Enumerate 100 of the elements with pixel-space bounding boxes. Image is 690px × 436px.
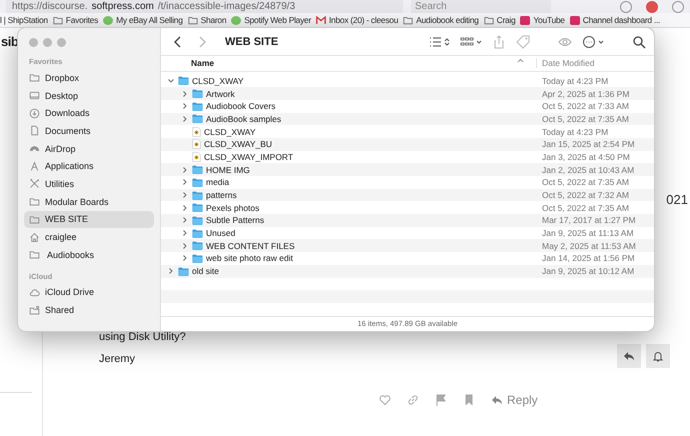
- bookmark-link[interactable]: My eBay All Selling: [116, 15, 183, 25]
- bookmark-link[interactable]: Craig: [496, 15, 516, 25]
- file-name[interactable]: HOME IMG: [206, 164, 250, 175]
- bookmark-link[interactable]: Inbox (20) - cleesou: [329, 15, 398, 25]
- sidebar-item[interactable]: AirDrop: [24, 140, 154, 158]
- shared-icon: [29, 304, 40, 316]
- downloads-icon: [29, 108, 40, 119]
- folder-icon: [192, 114, 203, 124]
- mail-icon: [316, 16, 326, 24]
- disclosure-icon[interactable]: [181, 102, 189, 110]
- file-name[interactable]: CLSD_XWAY_IMPORT: [204, 152, 294, 162]
- date-cell-text: Jan 15, 2025 at 2:54 PM: [541, 139, 636, 150]
- bookmark-link[interactable]: l | ShipStation: [0, 15, 48, 25]
- folder-icon: [29, 214, 40, 225]
- date-cell-text: Today at 4:23 PM: [541, 76, 610, 86]
- sidebar-item[interactable]: iCloud Drive: [24, 284, 154, 302]
- file-name[interactable]: Audiobook Covers: [206, 101, 276, 112]
- date-cell-text: Oct 5, 2022 at 7:35 AM: [541, 202, 630, 213]
- search-field[interactable]: Search: [411, 0, 551, 13]
- sidebar-item[interactable]: Documents: [24, 122, 154, 140]
- sidebar-item[interactable]: Desktop: [24, 86, 154, 104]
- file-name[interactable]: Subtle Patterns: [206, 215, 264, 226]
- utilities-icon: [29, 178, 40, 190]
- bookmark-link[interactable]: Spotify Web Player: [244, 15, 311, 25]
- bookmark-link[interactable]: Audiobook editing: [416, 15, 479, 25]
- bookmark-link[interactable]: Favorites: [66, 15, 98, 25]
- folder-icon: [192, 102, 203, 111]
- file-name[interactable]: AudioBook samples: [206, 114, 282, 124]
- file-name[interactable]: media: [206, 177, 230, 188]
- window-title: WEB SITE: [225, 36, 278, 48]
- disclosure-icon[interactable]: [181, 114, 189, 123]
- applications-icon: [29, 160, 40, 172]
- file-name[interactable]: WEB CONTENT FILES: [206, 240, 295, 251]
- bookmark-link[interactable]: Sharon: [200, 15, 226, 25]
- home-icon: [29, 232, 40, 243]
- sidebar-item[interactable]: Utilities: [24, 175, 154, 193]
- file-name[interactable]: web site photo raw edit: [206, 253, 293, 264]
- disclosure-icon[interactable]: [181, 242, 189, 250]
- sidebar-item[interactable]: Audiobooks: [24, 246, 154, 264]
- file-name[interactable]: Pexels photos: [206, 202, 260, 213]
- sidebar-item[interactable]: craiglee: [24, 228, 154, 246]
- disclosure-icon[interactable]: [181, 191, 189, 200]
- folder-icon: [178, 76, 189, 86]
- date-cell-text: Oct 5, 2022 at 7:32 AM: [541, 190, 630, 200]
- folder-icon: [188, 16, 198, 24]
- disclosure-icon[interactable]: [181, 90, 189, 98]
- desktop-icon: [29, 90, 40, 102]
- file-name[interactable]: CLSD_XWAY: [204, 126, 256, 137]
- date-cell-text: Today at 4:23 PM: [541, 126, 610, 137]
- date-cell-text: Oct 5, 2022 at 7:35 AM: [541, 177, 630, 188]
- list-view-button[interactable]: [428, 34, 450, 49]
- folder-icon: [403, 16, 414, 24]
- list-icon: [428, 34, 442, 49]
- reply-button[interactable]: Reply: [491, 393, 538, 407]
- file-name[interactable]: Artwork: [206, 88, 235, 99]
- sidebar-item[interactable]: WEB SITE: [24, 210, 154, 228]
- document-icon: [29, 125, 40, 136]
- date-cell-text: May 2, 2025 at 11:53 AM: [541, 240, 637, 251]
- folder-icon: [192, 216, 203, 225]
- file-name[interactable]: CLSD_XWAY: [192, 76, 244, 86]
- folder-icon: [178, 266, 189, 276]
- search-icon[interactable]: [632, 34, 646, 49]
- sidebar-item[interactable]: Shared: [24, 301, 154, 319]
- address-bar[interactable]: https://discourse.softpress.com/t/inaccessible-images/24879/3: [6, 0, 403, 13]
- sidebar-item[interactable]: Applications: [24, 157, 154, 176]
- sort-icon: [517, 58, 524, 64]
- disclosure-icon[interactable]: [181, 166, 189, 174]
- disclosure-icon[interactable]: [167, 76, 175, 85]
- date-cell-text: Jan 14, 2025 at 1:56 PM: [541, 253, 636, 264]
- bell-icon: [652, 350, 664, 362]
- sidebar-item[interactable]: Downloads: [24, 104, 154, 122]
- sidebar-item[interactable]: Dropbox: [24, 69, 154, 87]
- disclosure-icon[interactable]: [181, 254, 189, 262]
- site-icon: [231, 16, 242, 24]
- file-name[interactable]: patterns: [206, 190, 237, 200]
- disclosure-icon[interactable]: [181, 178, 189, 186]
- disclosure-icon[interactable]: [181, 216, 189, 224]
- disclosure-icon[interactable]: [181, 229, 189, 238]
- folder-icon: [192, 89, 203, 98]
- ellipsis-icon: [582, 34, 596, 49]
- post-text: Jeremy: [99, 353, 136, 365]
- file-name[interactable]: Unused: [206, 228, 236, 238]
- folder-icon: [52, 16, 63, 24]
- folder-icon: [192, 241, 203, 250]
- column-header[interactable]: Name: [191, 58, 214, 68]
- folder-icon: [192, 190, 203, 200]
- reply-button[interactable]: [617, 344, 641, 368]
- column-header[interactable]: Date Modified: [537, 58, 654, 68]
- disclosure-icon[interactable]: [167, 267, 175, 276]
- more-button[interactable]: [582, 34, 604, 49]
- bookmark-link[interactable]: Channel dashboard ...: [582, 15, 660, 25]
- file-name[interactable]: old site: [192, 266, 219, 276]
- reply-icon: [491, 394, 503, 406]
- bookmark-link[interactable]: YouTube: [533, 15, 565, 25]
- disclosure-icon[interactable]: [181, 204, 189, 212]
- date-cell-text: Jan 9, 2025 at 10:12 AM: [541, 266, 636, 276]
- folder-icon: [484, 16, 494, 24]
- notification-button[interactable]: [646, 344, 670, 368]
- file-name[interactable]: CLSD_XWAY_BU: [204, 139, 272, 150]
- sidebar-item[interactable]: Modular Boards: [24, 192, 154, 210]
